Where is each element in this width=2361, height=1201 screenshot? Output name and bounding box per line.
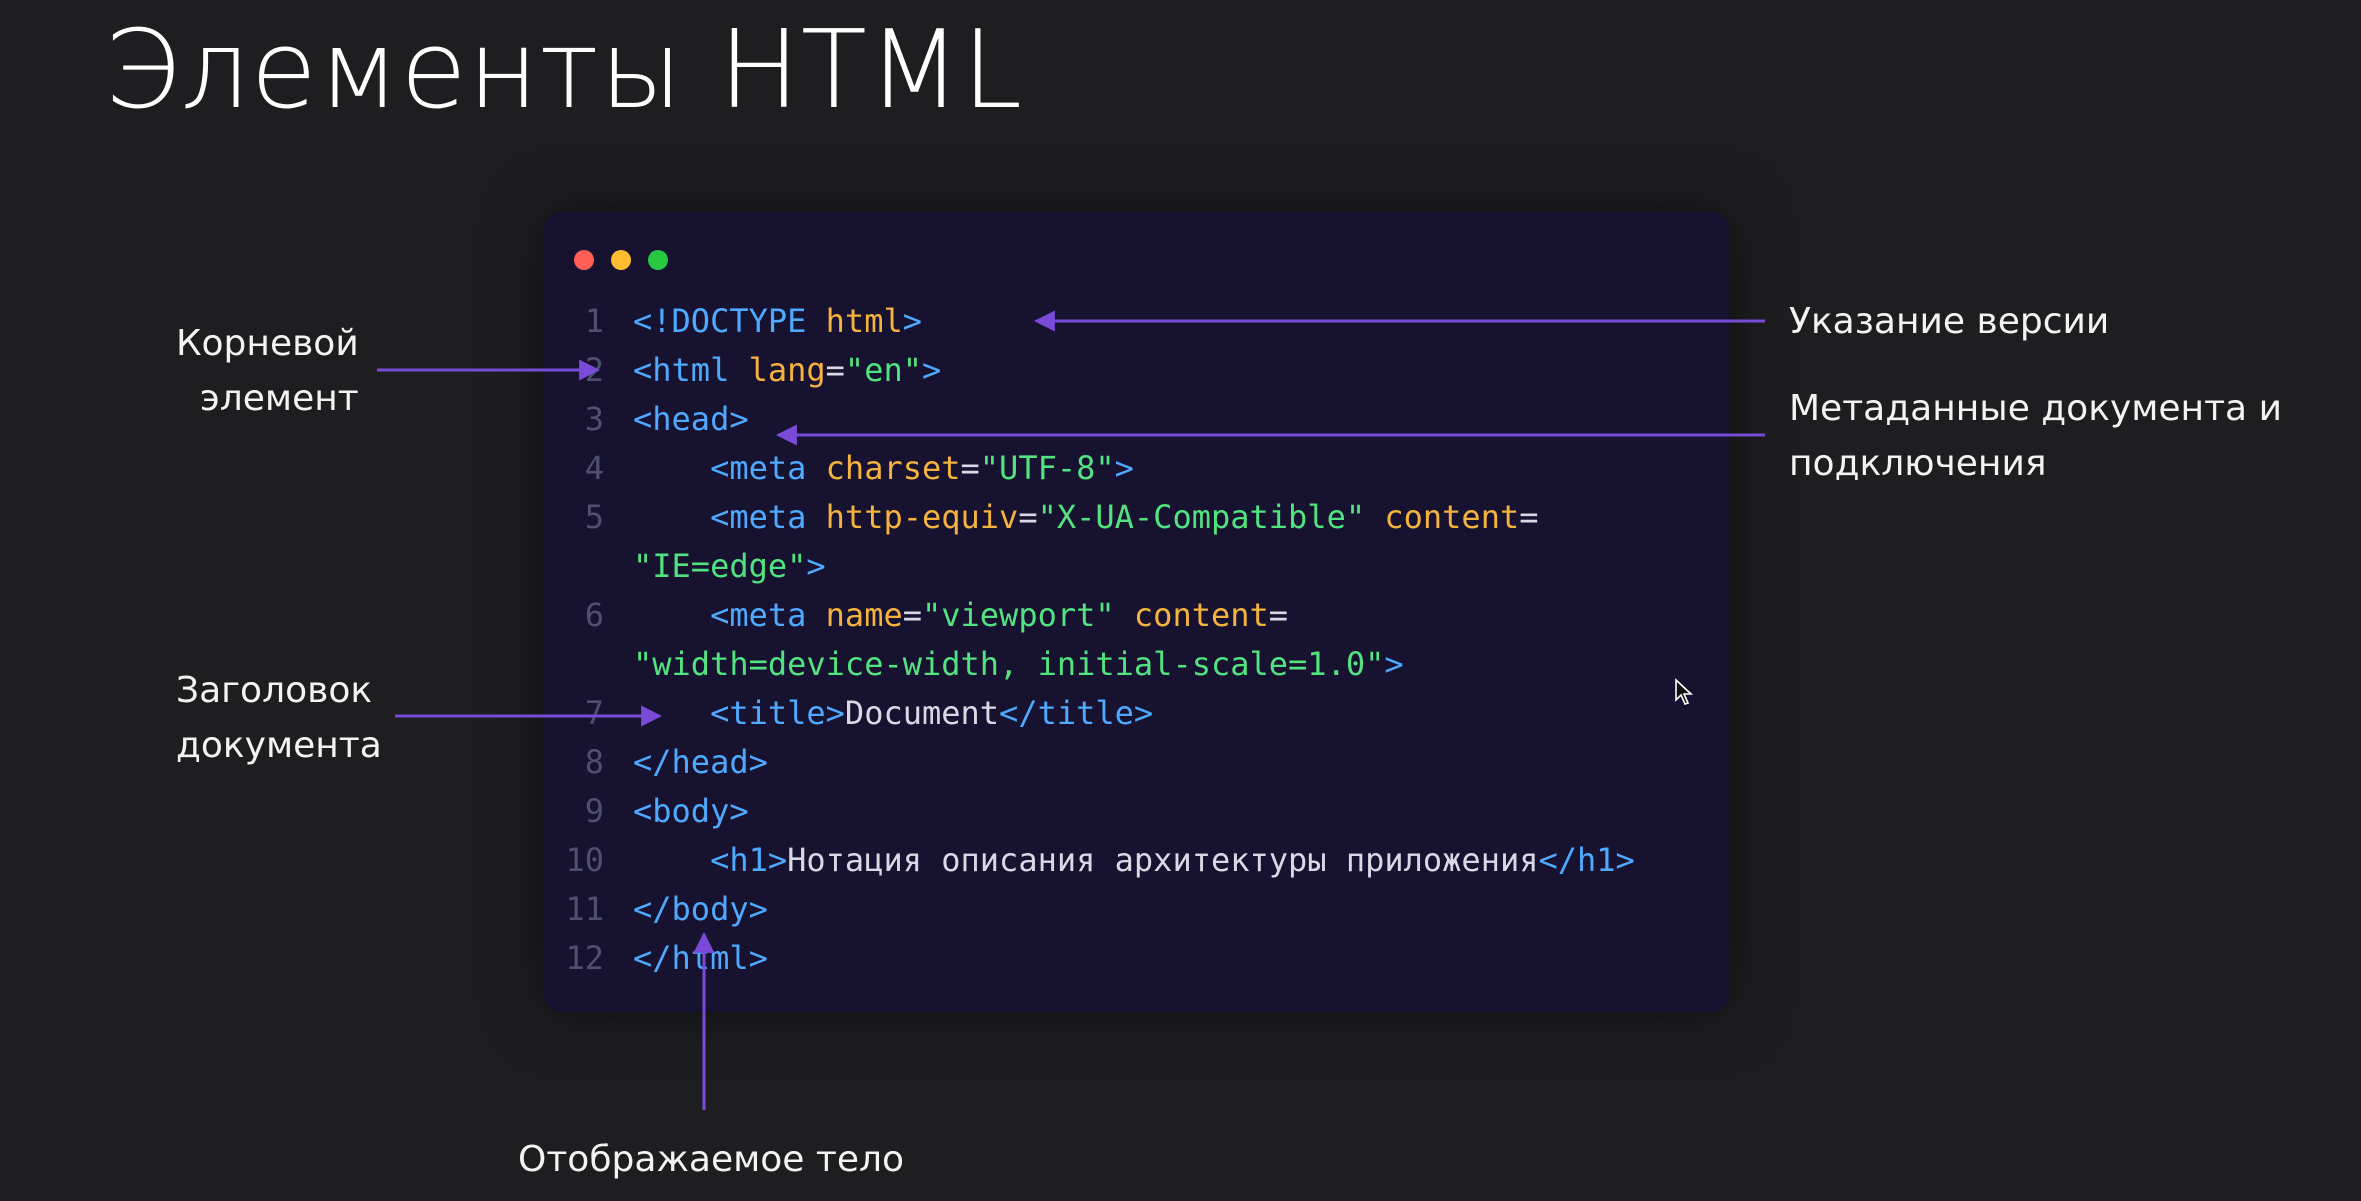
mouse-cursor-icon	[1675, 678, 1694, 705]
annotation-arrows	[377, 310, 1765, 1110]
